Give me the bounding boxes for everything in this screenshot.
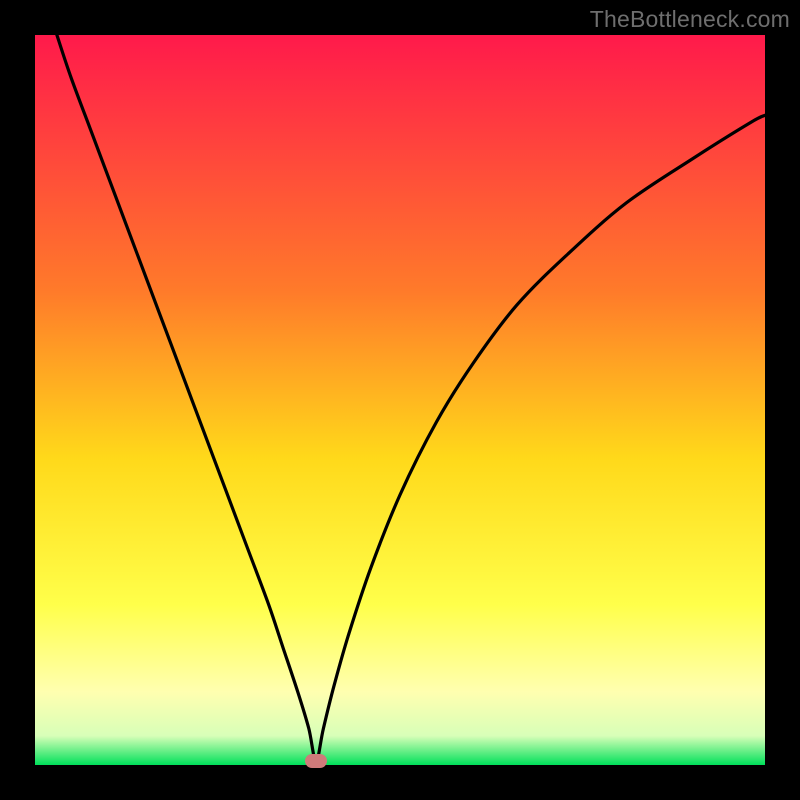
- watermark-text: TheBottleneck.com: [590, 6, 790, 33]
- chart-frame: [35, 35, 765, 765]
- gradient-background: [35, 35, 765, 765]
- bottleneck-plot: [35, 35, 765, 765]
- minimum-marker: [305, 754, 327, 768]
